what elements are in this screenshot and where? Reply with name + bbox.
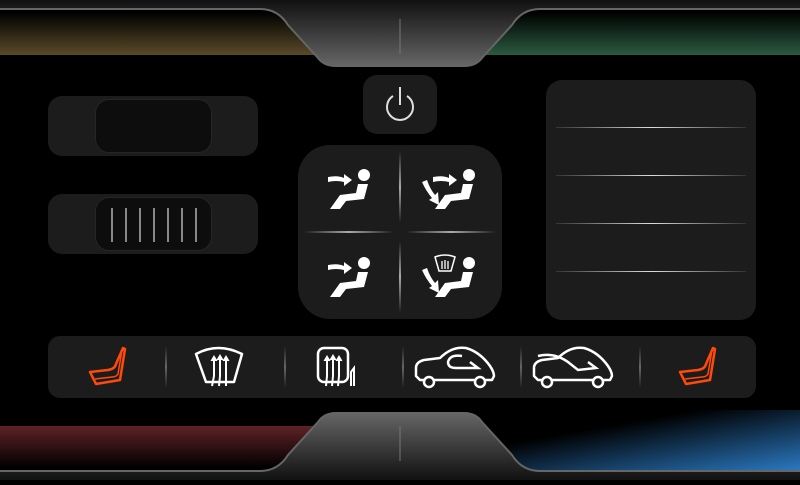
recirculation-icon [414, 346, 496, 389]
airflow-face-button-2[interactable] [298, 233, 399, 319]
right-seat-heat-button[interactable] [668, 344, 728, 390]
grip-line [125, 208, 127, 242]
bottom-frame [0, 405, 800, 480]
row-divider [556, 127, 746, 128]
right-control-panel [546, 80, 756, 320]
fan-speed-slider-knob[interactable] [95, 197, 212, 251]
grip-line [167, 208, 169, 242]
temperature-slider[interactable] [48, 96, 258, 156]
airflow-mode-grid [298, 145, 502, 319]
face-vent-icon [328, 169, 370, 209]
front-defrost-button[interactable] [190, 344, 250, 390]
grip-line [195, 208, 197, 242]
face-and-feet-vent-icon [422, 169, 475, 209]
top-frame [0, 0, 800, 70]
feet-and-defrost-vent-icon [422, 254, 475, 297]
front-defrost-icon [194, 346, 244, 387]
fan-speed-slider[interactable] [48, 194, 258, 254]
power-icon [386, 87, 414, 121]
rear-defrost-button[interactable] [308, 344, 368, 390]
fresh-air-button[interactable] [530, 344, 618, 390]
left-seat-heat-icon [88, 346, 127, 386]
airflow-face-feet-button[interactable] [401, 145, 502, 231]
right-seat-heat-icon [678, 346, 717, 386]
power-button[interactable] [363, 75, 437, 134]
grip-line [139, 208, 141, 242]
row-divider [556, 175, 746, 176]
grip-line [181, 208, 183, 242]
grip-line [111, 208, 113, 242]
recirculation-button[interactable] [412, 344, 500, 390]
airflow-feet-defrost-button[interactable] [401, 233, 502, 319]
face-vent-icon [328, 257, 370, 297]
rear-defrost-icon [316, 346, 355, 387]
row-divider [556, 223, 746, 224]
left-seat-heat-button[interactable] [78, 344, 138, 390]
fresh-air-icon [532, 346, 614, 389]
temperature-slider-knob[interactable] [95, 99, 212, 153]
airflow-face-button[interactable] [298, 145, 399, 231]
row-divider [556, 271, 746, 272]
bottom-function-bar [48, 336, 756, 398]
grip-line [153, 208, 155, 242]
